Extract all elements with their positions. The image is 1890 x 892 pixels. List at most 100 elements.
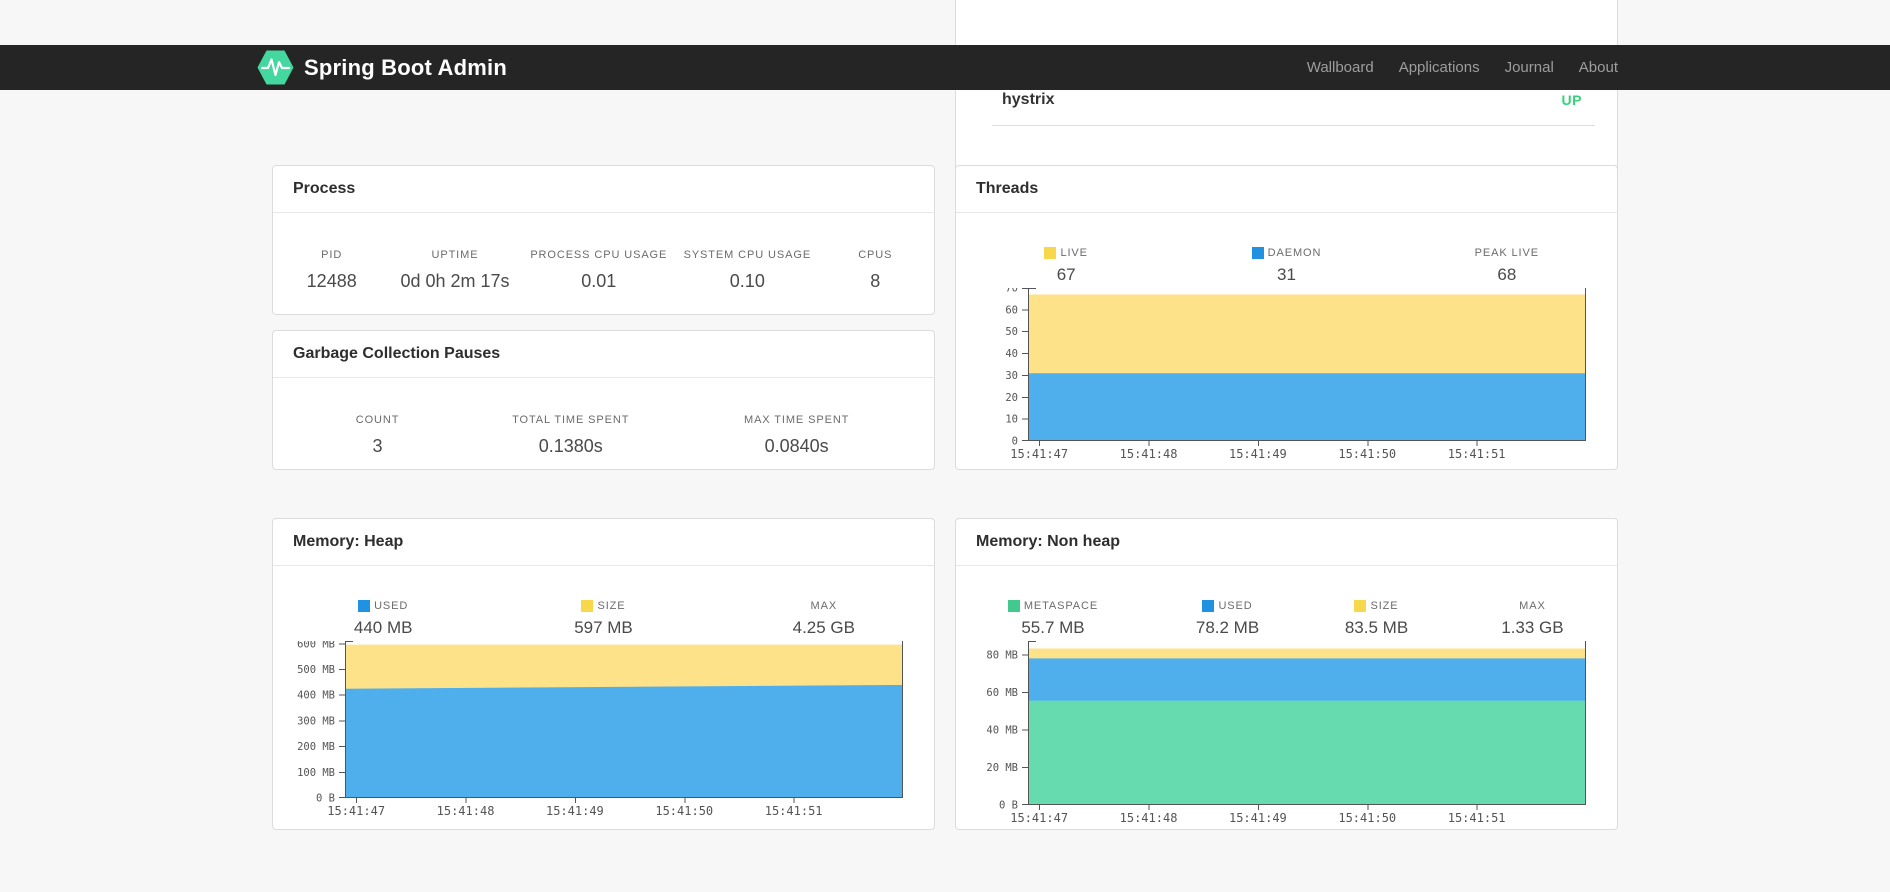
nonheap-chart: 0 B 20 MB 40 MB 60 MB 80 MB 15:41:47 15:41:48 1…	[968, 641, 1617, 826]
stat-system-cpu-value: 0.10	[729, 271, 765, 291]
stat-threads-daemon-value: 31	[1277, 265, 1296, 284]
stat-heap-used: USED 440 MB	[273, 600, 493, 638]
process-card-header: Process	[273, 166, 934, 213]
svg-text:15:41:48: 15:41:48	[1120, 447, 1178, 461]
svg-text:0: 0	[1012, 436, 1018, 448]
nonheap-stats: METASPACE 55.7 MB USED 78.2 MB SIZE 83.5…	[956, 600, 1617, 638]
svg-text:15:41:51: 15:41:51	[1448, 447, 1506, 461]
spring-boot-admin-logo-icon	[257, 49, 294, 86]
stat-threads-live: LIVE 67	[956, 247, 1176, 285]
heap-stats: USED 440 MB SIZE 597 MB MAX 4.25 GB	[273, 600, 934, 638]
nav-link-wallboard[interactable]: Wallboard	[1307, 59, 1374, 76]
brand-title: Spring Boot Admin	[304, 54, 508, 80]
svg-text:15:41:49: 15:41:49	[546, 804, 604, 818]
svg-text:60 MB: 60 MB	[986, 687, 1018, 699]
svg-text:50: 50	[1005, 326, 1018, 338]
svg-text:600 MB: 600 MB	[297, 641, 335, 650]
process-card: Process PID 12488 UPTIME 0d 0h 2m 17s PR…	[272, 165, 935, 315]
svg-text:15:41:47: 15:41:47	[327, 804, 385, 818]
nav-link-about[interactable]: About	[1579, 59, 1618, 76]
svg-text:10: 10	[1005, 414, 1018, 426]
svg-text:80 MB: 80 MB	[986, 650, 1018, 662]
svg-text:15:41:48: 15:41:48	[1120, 811, 1178, 825]
nav-link-applications[interactable]: Applications	[1399, 59, 1480, 76]
gc-card: Garbage Collection Pauses COUNT 3 TOTAL …	[272, 330, 935, 470]
stat-pid: PID 12488	[273, 249, 390, 292]
svg-text:40: 40	[1005, 348, 1018, 360]
stat-heap-max: MAX 4.25 GB	[714, 600, 934, 638]
svg-text:15:41:47: 15:41:47	[1010, 811, 1068, 825]
nonheap-card-title: Memory: Non heap	[976, 533, 1121, 550]
stat-threads-peak-value: 68	[1497, 265, 1517, 284]
nonheap-card: Memory: Non heap METASPACE 55.7 MB USED …	[955, 518, 1618, 830]
svg-text:15:41:51: 15:41:51	[765, 804, 823, 818]
stat-threads-live-label: LIVE	[956, 247, 1176, 259]
stat-system-cpu-label: SYSTEM CPU USAGE	[683, 249, 812, 261]
svg-text:400 MB: 400 MB	[297, 690, 335, 702]
stat-cpus-label: CPUS	[858, 249, 893, 261]
nav-link-journal[interactable]: Journal	[1505, 59, 1554, 76]
heap-card-header: Memory: Heap	[273, 519, 934, 566]
stat-gc-count-label: COUNT	[355, 414, 400, 426]
svg-text:15:41:50: 15:41:50	[1338, 811, 1396, 825]
svg-text:300 MB: 300 MB	[297, 715, 335, 727]
threads-card: Threads LIVE 67 DAEMON 31 PEAK LIVE 68 0…	[955, 165, 1618, 470]
size-legend-swatch	[581, 600, 594, 612]
stat-gc-total-label: TOTAL TIME SPENT	[512, 414, 630, 426]
stat-heap-used-label: USED	[273, 600, 493, 612]
stat-heap-size-label: SIZE	[493, 600, 713, 612]
brand[interactable]: Spring Boot Admin	[257, 49, 507, 86]
nonheap-card-header: Memory: Non heap	[956, 519, 1617, 566]
nav-links: Wallboard Applications Journal About	[1307, 59, 1618, 76]
stat-heap-used-value: 440 MB	[353, 618, 413, 637]
stat-nonheap-used-value: 78.2 MB	[1195, 618, 1260, 637]
stat-nonheap-metaspace: METASPACE 55.7 MB	[956, 600, 1150, 638]
svg-text:200 MB: 200 MB	[297, 741, 335, 753]
stat-gc-max-value: 0.0840s	[764, 436, 829, 456]
stat-pid-label: PID	[321, 249, 343, 261]
stat-process-cpu-label: PROCESS CPU USAGE	[530, 249, 668, 261]
navbar: Spring Boot Admin Wallboard Applications…	[0, 45, 1890, 90]
svg-text:15:41:51: 15:41:51	[1448, 811, 1506, 825]
svg-text:40 MB: 40 MB	[986, 725, 1018, 737]
heap-chart: 0 B 100 MB 200 MB 300 MB 400 MB 500 MB 600 MB 1…	[285, 641, 934, 819]
stat-threads-peak-label: PEAK LIVE	[1474, 247, 1539, 259]
stat-gc-max-label: MAX TIME SPENT	[744, 414, 850, 426]
threads-stats: LIVE 67 DAEMON 31 PEAK LIVE 68	[956, 247, 1617, 285]
metaspace-legend-swatch	[1007, 600, 1020, 612]
svg-text:100 MB: 100 MB	[297, 767, 335, 779]
process-stats: PID 12488 UPTIME 0d 0h 2m 17s PROCESS CP…	[273, 249, 934, 292]
stat-gc-count: COUNT 3	[273, 414, 482, 457]
used-legend-swatch	[1202, 600, 1215, 612]
stat-gc-max: MAX TIME SPENT 0.0840s	[659, 414, 934, 457]
stat-gc-total-value: 0.1380s	[538, 436, 603, 456]
status-badge: UP	[1561, 92, 1582, 108]
svg-text:0 B: 0 B	[999, 800, 1018, 812]
live-legend-swatch	[1044, 247, 1057, 259]
stat-gc-total: TOTAL TIME SPENT 0.1380s	[482, 414, 659, 457]
stat-process-cpu-value: 0.01	[581, 271, 617, 291]
stat-heap-max-label: MAX	[810, 600, 838, 612]
svg-text:15:41:49: 15:41:49	[1229, 447, 1287, 461]
process-card-title: Process	[293, 180, 356, 197]
threads-card-title: Threads	[976, 180, 1039, 197]
navbar-inner: Spring Boot Admin Wallboard Applications…	[257, 45, 1618, 90]
gc-stats: COUNT 3 TOTAL TIME SPENT 0.1380s MAX TIM…	[273, 414, 934, 457]
threads-card-header: Threads	[956, 166, 1617, 213]
used-legend-swatch	[358, 600, 371, 612]
stat-threads-peak: PEAK LIVE 68	[1397, 247, 1617, 285]
gc-card-title: Garbage Collection Pauses	[293, 345, 501, 362]
stat-nonheap-used: USED 78.2 MB	[1150, 600, 1305, 638]
svg-text:15:41:48: 15:41:48	[437, 804, 495, 818]
stat-threads-daemon-label: DAEMON	[1176, 247, 1396, 259]
main-content: hystrix UP Process PID 12488 UPTIME 0d 0…	[272, 0, 1618, 892]
svg-text:15:41:50: 15:41:50	[655, 804, 713, 818]
stat-nonheap-used-label: USED	[1150, 600, 1305, 612]
stat-nonheap-size: SIZE 83.5 MB	[1305, 600, 1448, 638]
stat-heap-size: SIZE 597 MB	[493, 600, 713, 638]
stat-uptime-value: 0d 0h 2m 17s	[400, 271, 510, 291]
stat-threads-daemon: DAEMON 31	[1176, 247, 1396, 285]
threads-chart: 0 10 20 30 40 50 60 70 15:41:47 15:41:48 15:41:49 1…	[968, 288, 1617, 462]
size-legend-swatch	[1354, 600, 1367, 612]
application-row[interactable]: hystrix UP	[992, 89, 1595, 126]
